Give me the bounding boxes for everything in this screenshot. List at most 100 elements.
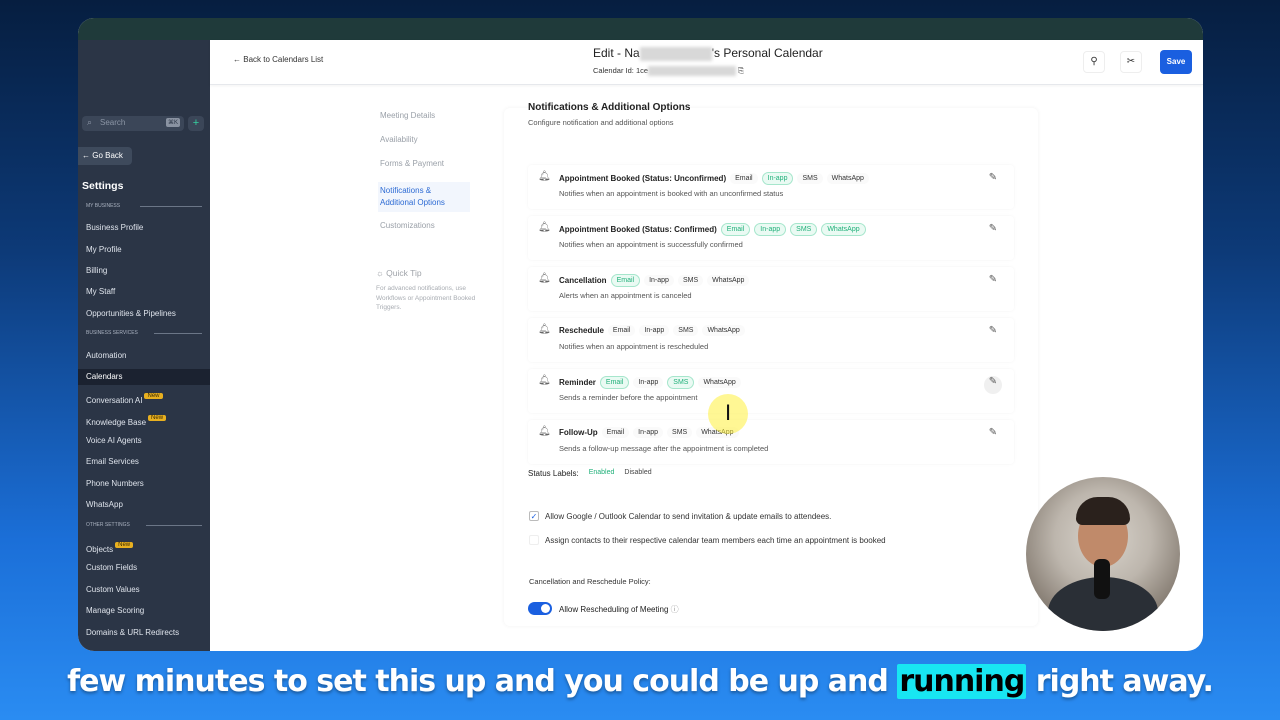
edit-icon[interactable]: ✎ — [984, 376, 1002, 394]
bell-icon: 🔔︎ — [538, 222, 551, 233]
sidebar-item-conversation-ai[interactable]: Conversation AI New — [78, 390, 210, 406]
notification-row: 🔔︎ Reminder Email In-app SMS WhatsApp Sends a … — [528, 369, 1014, 413]
channel-pill-sms[interactable]: SMS — [797, 173, 823, 184]
sidebar-item-whatsapp[interactable]: WhatsApp — [78, 497, 210, 513]
left-nav-item[interactable]: Notifications & Additional Options — [378, 182, 470, 212]
search-icon: ⌕ — [87, 117, 93, 127]
left-nav-item[interactable]: Availability — [380, 135, 418, 144]
notification-title-line: Reschedule Email In-app SMS WhatsApp — [559, 325, 745, 336]
search-input[interactable]: ⌕ Search ⌘K — [82, 116, 184, 131]
notification-title: Appointment Booked (Status: Confirmed) — [559, 225, 717, 234]
section-header: MY BUSINESS — [86, 203, 202, 209]
edit-icon[interactable]: ✎ — [984, 274, 1002, 292]
sidebar-item-automation[interactable]: Automation — [78, 348, 210, 364]
go-back-button[interactable]: ← Go Back — [78, 147, 132, 165]
sidebar-item-label: My Profile — [86, 245, 122, 254]
edit-icon[interactable]: ✎ — [984, 325, 1002, 343]
sidebar-item-opportunities-pipelines[interactable]: Opportunities & Pipelines — [78, 306, 210, 322]
sidebar-item-phone-numbers[interactable]: Phone Numbers — [78, 476, 210, 492]
sidebar-item-label: Conversation AI — [86, 396, 143, 405]
channel-pill-whatsapp[interactable]: WhatsApp — [702, 325, 745, 336]
edit-icon[interactable]: ✎ — [984, 172, 1002, 190]
left-nav-item[interactable]: Customizations — [380, 221, 435, 230]
option-checkbox-row[interactable]: ✓ Allow Google / Outlook Calendar to send… — [529, 511, 831, 521]
notification-description: Sends a reminder before the appointment — [559, 393, 698, 402]
option-checkbox-row[interactable]: Assign contacts to their respective cale… — [529, 535, 886, 545]
section-title: Notifications & Additional Options — [528, 102, 691, 113]
sidebar-item-custom-values[interactable]: Custom Values — [78, 582, 210, 598]
bell-icon: 🔔︎ — [538, 375, 551, 386]
channel-pill-whatsapp[interactable]: WhatsApp — [826, 173, 869, 184]
channel-pill-sms[interactable]: SMS — [667, 376, 695, 389]
settings-title: Settings — [82, 180, 124, 192]
sidebar-item-my-staff[interactable]: My Staff — [78, 284, 210, 300]
notification-title-line: Cancellation Email In-app SMS WhatsApp — [559, 274, 750, 287]
notification-description: Notifies when an appointment is booked w… — [559, 189, 784, 198]
quick-tip-title: Quick Tip — [386, 268, 422, 278]
status-labels-title: Status Labels: — [528, 469, 579, 478]
channel-pill-email[interactable]: Email — [599, 376, 630, 389]
sidebar-item-business-profile[interactable]: Business Profile — [78, 220, 210, 236]
quick-action-button[interactable]: + — [188, 116, 204, 131]
microphone — [1094, 559, 1110, 599]
sidebar-item-domains-url-redirects[interactable]: Domains & URL Redirects — [78, 625, 210, 641]
notification-title: Reschedule — [559, 326, 604, 335]
channel-pill-whatsapp[interactable]: WhatsApp — [698, 377, 741, 388]
notification-row: 🔔︎ Reschedule Email In-app SMS WhatsApp Notifi… — [528, 318, 1014, 362]
left-nav-item[interactable]: Meeting Details — [380, 111, 435, 120]
notification-title-line: Appointment Booked (Status: Confirmed) Em… — [559, 223, 866, 236]
channel-pill-whatsapp[interactable]: WhatsApp — [707, 275, 750, 286]
notification-title-line: Appointment Booked (Status: Unconfirmed)… — [559, 172, 869, 185]
pin-icon[interactable]: ⚲ — [1083, 51, 1105, 73]
tools-icon[interactable]: ✂ — [1120, 51, 1142, 73]
bell-icon: 🔔︎ — [538, 273, 551, 284]
channel-pill-whatsapp[interactable]: WhatsApp — [821, 223, 866, 236]
checkbox[interactable]: ✓ — [529, 511, 539, 521]
sidebar-item-my-profile[interactable]: My Profile — [78, 242, 210, 258]
channel-pill-in-app[interactable]: In-app — [633, 377, 664, 388]
edit-icon[interactable]: ✎ — [984, 427, 1002, 445]
channel-pill-in-app[interactable]: In-app — [761, 172, 794, 185]
bell-icon: 🔔︎ — [538, 324, 551, 335]
quick-tip: ☼ Quick Tip For advanced notifications, … — [376, 268, 476, 313]
page-title: Edit - Na 's Personal Calendar — [593, 46, 823, 61]
channel-pill-sms[interactable]: SMS — [673, 325, 699, 336]
checkbox[interactable] — [529, 535, 539, 545]
sidebar-item-label: Opportunities & Pipelines — [86, 309, 176, 318]
notification-title: Appointment Booked (Status: Unconfirmed) — [559, 174, 727, 183]
sidebar-item-label: Business Profile — [86, 223, 144, 232]
channel-pill-sms[interactable]: SMS — [790, 223, 818, 236]
section-header: OTHER SETTINGS — [86, 522, 202, 528]
info-icon[interactable]: ⓘ — [671, 605, 679, 614]
sidebar-item-manage-scoring[interactable]: Manage Scoring — [78, 603, 210, 619]
left-nav-item[interactable]: Forms & Payment — [380, 159, 444, 168]
channel-pill-sms[interactable]: SMS — [667, 427, 693, 438]
browser-top-strip — [78, 18, 1203, 40]
sidebar-item-objects[interactable]: Objects New — [78, 539, 210, 555]
channel-pill-in-app[interactable]: In-app — [639, 325, 670, 336]
sidebar-item-knowledge-base[interactable]: Knowledge Base New — [78, 412, 210, 428]
redacted-id — [648, 66, 737, 77]
channel-pill-email[interactable]: Email — [601, 427, 630, 438]
back-to-calendars-link[interactable]: ← Back to Calendars List — [233, 55, 323, 64]
channel-pill-sms[interactable]: SMS — [677, 275, 704, 286]
sidebar-item-voice-ai-agents[interactable]: Voice AI Agents — [78, 433, 210, 449]
channel-pill-email[interactable]: Email — [610, 274, 641, 287]
edit-icon[interactable]: ✎ — [984, 223, 1002, 241]
channel-pill-in-app[interactable]: In-app — [644, 275, 674, 286]
channel-pill-in-app[interactable]: In-app — [633, 427, 664, 438]
save-button[interactable]: Save — [1160, 50, 1192, 74]
sidebar-item-email-services[interactable]: Email Services — [78, 454, 210, 470]
channel-pill-email[interactable]: Email — [730, 173, 758, 184]
sidebar-item-custom-fields[interactable]: Custom Fields — [78, 560, 210, 576]
status-enabled: Enabled — [588, 469, 615, 476]
channel-pill-in-app[interactable]: In-app — [754, 223, 787, 236]
notification-title: Cancellation — [559, 276, 607, 285]
allow-rescheduling-toggle[interactable] — [528, 602, 552, 615]
sidebar-item-billing[interactable]: Billing — [78, 263, 210, 279]
copy-icon[interactable]: ⎘ — [738, 66, 744, 75]
channel-pill-email[interactable]: Email — [720, 223, 751, 236]
channel-pill-email[interactable]: Email — [607, 325, 636, 336]
sidebar-item-calendars[interactable]: Calendars — [78, 369, 210, 385]
sidebar-item-label: Billing — [86, 266, 108, 275]
